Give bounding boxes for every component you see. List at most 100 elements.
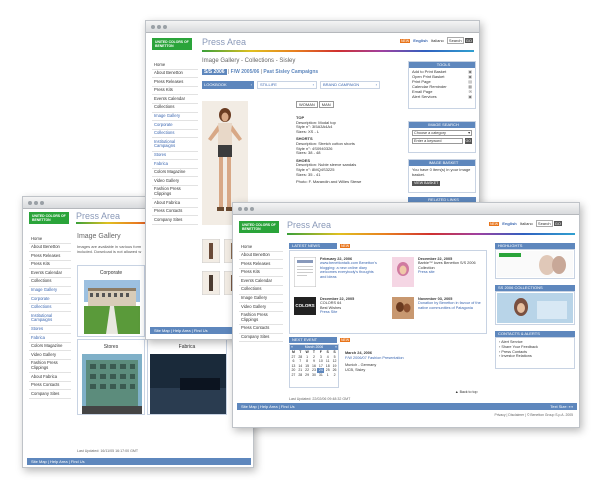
news-item[interactable]: December 22, 2005 Barbie™ loves Benetton…: [418, 257, 484, 275]
benetton-logo[interactable]: United Colors of Benetton: [152, 38, 192, 50]
gender-man[interactable]: MAN: [318, 101, 334, 108]
sidebar-item[interactable]: Fashion Press Clippings: [29, 360, 71, 374]
sidebar-item[interactable]: Home: [152, 61, 198, 70]
thumbnail[interactable]: [202, 271, 220, 295]
colors-magazine-logo[interactable]: COLORS: [294, 297, 316, 315]
sidebar-item[interactable]: Video Gallery: [29, 351, 71, 360]
sidebar-item[interactable]: Events Calendar: [239, 277, 283, 286]
maximize-icon[interactable]: [250, 207, 254, 211]
sidebar-item[interactable]: Fashion Press Clippings: [239, 312, 283, 325]
sidebar-item[interactable]: Collections: [152, 130, 198, 139]
sidebar-item[interactable]: Fabrica: [152, 160, 198, 169]
past-campaigns-link[interactable]: Past Sisley Campaigns: [263, 69, 318, 75]
lang-italiano[interactable]: Italiano: [520, 221, 533, 226]
gender-woman[interactable]: WOMAN: [296, 101, 318, 108]
corporate-tile[interactable]: Corporate: [77, 265, 145, 337]
sidebar-item[interactable]: Home: [29, 235, 71, 244]
sidebar-item[interactable]: Fabrica: [29, 334, 71, 343]
calendar-day[interactable]: 31: [317, 373, 324, 378]
news-item[interactable]: February 22, 2006 www.benettontalk.com B…: [320, 257, 380, 279]
thumbnail[interactable]: [202, 239, 220, 263]
sidebar-item[interactable]: Collections: [29, 304, 71, 313]
sidebar-item[interactable]: Stores: [29, 326, 71, 335]
tool-alert-services[interactable]: Alert Services ▣: [412, 94, 472, 99]
sidebar-item[interactable]: Events Calendar: [29, 269, 71, 278]
sidebar-item[interactable]: Corporate: [152, 121, 198, 130]
news-link[interactable]: Press Site: [320, 310, 380, 314]
window-titlebar[interactable]: [146, 21, 479, 33]
sidebar-item[interactable]: Fashion Press Clippings: [152, 186, 198, 200]
tab-brand-campaign[interactable]: BRAND CAMPAIGN ›: [320, 81, 380, 89]
sidebar-item[interactable]: About Fabrica: [29, 373, 71, 382]
sidebar-item[interactable]: Company Sites: [29, 390, 71, 399]
close-icon[interactable]: [238, 207, 242, 211]
sidebar-item[interactable]: Press Contacts: [239, 325, 283, 334]
sidebar-item[interactable]: Colors Magazine: [152, 169, 198, 178]
news-thumbnail-barbie[interactable]: [392, 257, 414, 287]
minimize-icon[interactable]: [34, 201, 38, 205]
lang-english[interactable]: English: [413, 38, 427, 43]
search-go-button[interactable]: GO: [464, 138, 472, 144]
minimize-icon[interactable]: [157, 25, 161, 29]
sidebar-item[interactable]: Press Releases: [152, 78, 198, 87]
sidebar-item[interactable]: Press Kits: [29, 261, 71, 270]
highlights-panel[interactable]: [495, 249, 575, 279]
stores-tile[interactable]: Stores: [77, 339, 145, 415]
sidebar-item[interactable]: Stores: [152, 152, 198, 161]
calendar-day[interactable]: 28: [297, 373, 304, 378]
sidebar-item[interactable]: About Fabrica: [152, 199, 198, 208]
search-link[interactable]: Search: [446, 37, 464, 44]
sidebar-item[interactable]: Press Releases: [29, 252, 71, 261]
maximize-icon[interactable]: [40, 201, 44, 205]
search-go-button[interactable]: GO: [464, 38, 473, 43]
sidebar-item[interactable]: Corporate: [29, 295, 71, 304]
calendar-day[interactable]: 29: [304, 373, 311, 378]
maximize-icon[interactable]: [163, 25, 167, 29]
sidebar-item[interactable]: About Benetton: [29, 244, 71, 253]
lang-italiano[interactable]: Italiano: [431, 38, 444, 43]
calendar-day[interactable]: 1: [324, 373, 331, 378]
news-link[interactable]: Press site: [418, 270, 484, 274]
sidebar-item[interactable]: Video Gallery: [239, 303, 283, 312]
view-basket-button[interactable]: VIEW BASKET: [412, 180, 441, 186]
sidebar-item[interactable]: Collections: [152, 104, 198, 113]
sidebar-item[interactable]: Press Kits: [239, 269, 283, 278]
close-icon[interactable]: [28, 201, 32, 205]
window-titlebar[interactable]: [233, 203, 579, 215]
sidebar-item[interactable]: Institutional Campaigns: [29, 312, 71, 326]
sidebar-item[interactable]: Image Gallery: [29, 287, 71, 296]
news-thumbnail-patagonia[interactable]: [392, 297, 414, 319]
keyword-input[interactable]: Enter a keyword: [412, 138, 463, 144]
sidebar-item[interactable]: Image Gallery: [239, 295, 283, 304]
calendar-day[interactable]: 2: [331, 373, 338, 378]
benetton-logo[interactable]: United Colors of Benetton: [29, 212, 69, 224]
sidebar-item[interactable]: Events Calendar: [152, 95, 198, 104]
footer-links[interactable]: Site Map | Help Area | Find Us: [27, 458, 251, 465]
sidebar-item[interactable]: Press Kits: [152, 87, 198, 96]
minimize-icon[interactable]: [244, 207, 248, 211]
news-item[interactable]: December 22, 2005 COLORS 64 Best Wishes …: [320, 297, 380, 315]
contact-investor[interactable]: › Investor Relations: [499, 354, 571, 359]
sidebar-item[interactable]: Image Gallery: [152, 113, 198, 122]
sidebar-item[interactable]: About Benetton: [152, 70, 198, 79]
sidebar-item[interactable]: Video Gallery: [152, 177, 198, 186]
search-go-button[interactable]: GO: [553, 221, 562, 226]
category-select[interactable]: Choose a category ▾: [412, 130, 472, 136]
calendar-day[interactable]: 30: [311, 373, 318, 378]
footer-nav-links[interactable]: Site Map | Help Area | Find Us: [241, 403, 295, 410]
text-size-control[interactable]: Text Size: ▪▫▪: [550, 403, 573, 410]
privacy-line[interactable]: Privacy | Disclaimer | © Benetton Group …: [494, 413, 573, 417]
sidebar-item[interactable]: Press Releases: [239, 260, 283, 269]
next-event-details[interactable]: March 24, 2006 F/W 2006/07 Fashion Prese…: [345, 351, 485, 372]
close-icon[interactable]: [151, 25, 155, 29]
sidebar-item[interactable]: About Benetton: [239, 252, 283, 261]
sidebar-item[interactable]: Collections: [239, 286, 283, 295]
tab-stillife[interactable]: STILLIFE ›: [257, 81, 317, 89]
news-item[interactable]: November 03, 2005 Donation by Benetton i…: [418, 297, 484, 310]
back-to-top-link[interactable]: ▲ Back to top: [455, 390, 478, 394]
tab-lookbook[interactable]: LOOKBOOK ›: [202, 81, 254, 89]
benetton-logo[interactable]: United Colors of Benetton: [239, 221, 279, 233]
sidebar-item[interactable]: Company Sites: [152, 216, 198, 225]
fabrica-tile[interactable]: Fabrica: [147, 339, 227, 415]
sidebar-item[interactable]: Institutional Campaigns: [152, 138, 198, 152]
